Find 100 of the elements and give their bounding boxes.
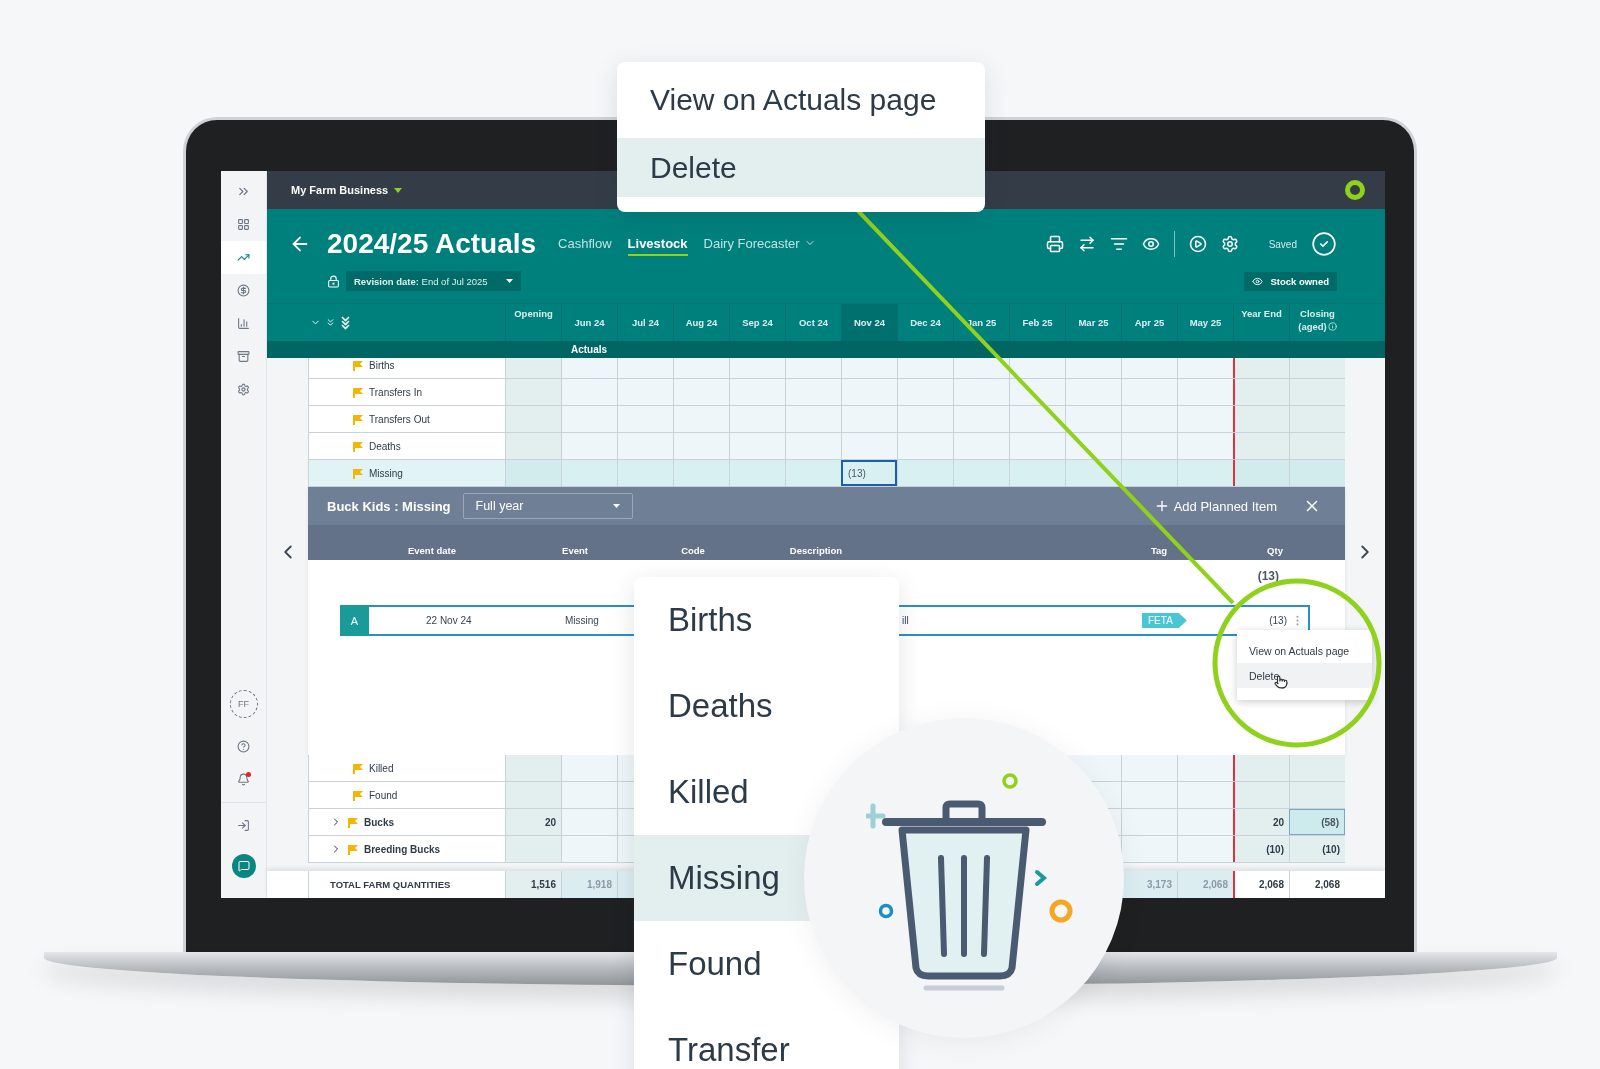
callout-item: Delete: [617, 138, 985, 197]
flag-icon: [352, 789, 364, 801]
row-label: Breeding Bucks: [364, 843, 441, 855]
cell-value: 20: [544, 816, 556, 828]
flag-icon: [352, 762, 364, 774]
chat-button[interactable]: [231, 854, 256, 878]
table-row[interactable]: Births: [308, 358, 1345, 379]
view-toggle[interactable]: Stock owned: [1244, 271, 1337, 291]
check-icon: [1311, 231, 1337, 257]
table-row[interactable]: Missing (13): [308, 460, 1345, 487]
flag-icon: [347, 843, 359, 855]
column-header-label[interactable]: Jun 24: [574, 315, 605, 330]
caret-icon: [505, 279, 513, 283]
table-row[interactable]: Transfers In: [308, 379, 1345, 406]
flag-icon: [352, 440, 364, 452]
column-header-label[interactable]: Apr 25: [1134, 315, 1165, 330]
row-label: Deaths: [369, 440, 401, 452]
column-header-label[interactable]: Sep 24: [742, 315, 773, 330]
saved-status: Saved: [1268, 238, 1297, 250]
ring-icon[interactable]: [1345, 180, 1365, 200]
page-title: 2024/25 Actuals: [327, 228, 537, 260]
tab[interactable]: Livestock: [627, 232, 688, 256]
row-label: Transfers Out: [369, 413, 430, 425]
subtotal: (13): [1257, 569, 1279, 583]
callout-item: Deaths: [667, 686, 774, 726]
eye-icon[interactable]: [1141, 235, 1160, 253]
menu-item[interactable]: Delete: [1237, 663, 1372, 688]
add-planned-item-button[interactable]: Add Planned Item: [1153, 498, 1277, 514]
revision-dropdown[interactable]: Revision date: End of Jul 2025: [346, 271, 521, 291]
cell-value: 3,173: [1146, 879, 1172, 890]
column-header-label: Qty: [1266, 545, 1284, 556]
column-header-label[interactable]: Oct 24: [798, 315, 828, 330]
status-badge: A: [340, 605, 369, 636]
cell-value: 2,068: [1314, 879, 1340, 890]
table-cell[interactable]: (58): [1289, 809, 1345, 835]
menu-item[interactable]: View on Actuals page: [1237, 638, 1372, 663]
row-label: Missing: [369, 467, 403, 479]
logout-icon[interactable]: [237, 819, 250, 832]
printer-icon[interactable]: [1045, 235, 1064, 253]
column-header-label[interactable]: Mar 25: [1078, 315, 1109, 330]
archive-icon[interactable]: [237, 350, 250, 363]
filter-icon[interactable]: [1109, 235, 1128, 253]
event-date: 22 Nov 24: [426, 615, 472, 626]
tab[interactable]: Cashflow: [558, 232, 612, 256]
chat-icon[interactable]: [237, 860, 250, 872]
callout-item: View on Actuals page: [649, 82, 938, 118]
settings-icon[interactable]: [1220, 235, 1239, 253]
caret-icon: [612, 504, 620, 508]
collapse-all-icon[interactable]: [340, 315, 351, 330]
column-header-label: Code: [680, 545, 706, 556]
swap-icon[interactable]: [1077, 235, 1096, 253]
info-icon[interactable]: [1327, 322, 1337, 332]
column-header-label: Description: [788, 545, 844, 556]
table-row[interactable]: Deaths: [308, 433, 1345, 460]
column-header-label[interactable]: Feb 25: [1022, 315, 1053, 330]
lock-icon[interactable]: [327, 274, 340, 288]
row-label: Transfers In: [369, 386, 422, 398]
help-icon[interactable]: [237, 740, 250, 753]
row-label: Births: [369, 359, 395, 371]
cell-value: (10): [1322, 843, 1340, 855]
collapse-more-icon[interactable]: [325, 317, 336, 328]
column-header-label[interactable]: Jul 24: [632, 315, 659, 330]
caret-icon: [394, 187, 403, 193]
period-select[interactable]: Full year: [462, 493, 633, 519]
row-label: Found: [369, 789, 398, 801]
column-header-label[interactable]: Year End: [1241, 307, 1282, 321]
bar-chart-icon[interactable]: [237, 317, 250, 330]
tab[interactable]: Dairy Forecaster: [703, 232, 816, 256]
event-description: ill: [902, 615, 909, 626]
table-cell[interactable]: (13): [841, 460, 897, 486]
cell-value: 2,068: [1258, 879, 1284, 890]
column-header-label[interactable]: Opening: [514, 307, 553, 321]
column-header-label[interactable]: Dec 24: [910, 315, 941, 330]
column-header-label[interactable]: Aug 24: [685, 315, 718, 330]
business-selector[interactable]: My Farm Business: [291, 184, 403, 196]
play-icon[interactable]: [1188, 235, 1207, 253]
eye-icon: [1252, 275, 1264, 287]
table-row[interactable]: Transfers Out: [308, 406, 1345, 433]
callout-item: Births: [667, 600, 754, 640]
grid-icon[interactable]: [237, 218, 250, 231]
callout-item: Found: [667, 944, 763, 984]
column-header-label[interactable]: Closing (aged): [1290, 307, 1345, 334]
column-header-label: Tag: [1149, 545, 1169, 556]
group-label: Actuals: [569, 343, 609, 357]
bell-icon[interactable]: [237, 773, 250, 786]
flag-icon: [347, 816, 359, 828]
trend-icon[interactable]: [237, 251, 250, 264]
flag-icon: [352, 467, 364, 479]
row-label: Bucks: [364, 816, 394, 828]
settings-icon[interactable]: [237, 383, 250, 396]
column-header-label[interactable]: May 25: [1189, 315, 1222, 330]
column-header-label: Event: [561, 545, 589, 556]
dollar-icon[interactable]: [237, 284, 250, 297]
cell-value: 1,918: [586, 879, 612, 890]
event-type: Missing: [565, 615, 599, 626]
row-label: Killed: [369, 762, 394, 774]
tag-label: FETA: [1142, 613, 1187, 628]
cell-value: 2,068: [1202, 879, 1228, 890]
total-label: TOTAL FARM QUANTITIES: [329, 878, 452, 892]
cell-value: 1,516: [530, 879, 556, 890]
